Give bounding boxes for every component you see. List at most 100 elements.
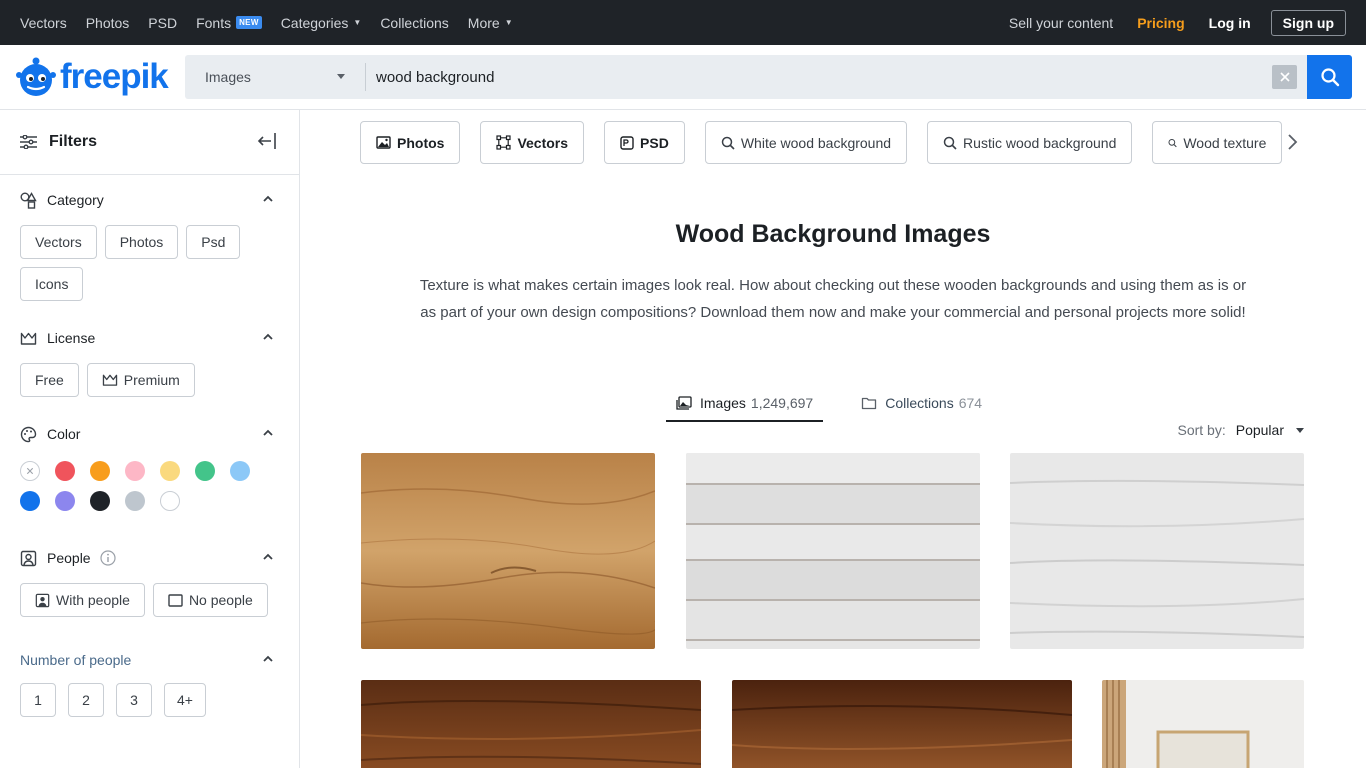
result-thumbnail-dark-wood[interactable] [361, 680, 701, 768]
vector-icon [496, 135, 512, 150]
wooden-interior-frame-image [1102, 680, 1304, 768]
license-chip-free[interactable]: Free [20, 363, 79, 397]
number-of-people-header[interactable]: Number of people [20, 649, 279, 671]
tag-rustic-wood-background[interactable]: Rustic wood background [927, 121, 1133, 164]
category-chip-photos[interactable]: Photos [104, 225, 179, 259]
tag-psd-label: PSD [640, 134, 669, 151]
chevron-down-icon [1296, 427, 1304, 433]
tab-collections[interactable]: Collections 674 [851, 390, 992, 422]
color-swatch[interactable] [20, 491, 40, 511]
category-header[interactable]: Category [20, 189, 279, 211]
search-input[interactable] [365, 63, 1265, 91]
tag-psd[interactable]: PSD [604, 121, 685, 164]
license-label: License [47, 330, 96, 346]
chevron-up-icon[interactable] [263, 655, 273, 662]
nav-fonts[interactable]: Fonts NEW [196, 15, 262, 31]
color-swatch[interactable] [160, 461, 180, 481]
tag-wood-texture[interactable]: Wood texture [1152, 121, 1283, 164]
tag-rustic-wood-label: Rustic wood background [963, 134, 1117, 151]
nav-psd[interactable]: PSD [148, 15, 177, 31]
filters-header: Filters [0, 110, 299, 175]
result-thumbnail-whitewashed-wood[interactable] [1010, 453, 1304, 649]
collapse-sidebar-icon[interactable] [257, 131, 277, 151]
tag-photos-label: Photos [397, 134, 445, 151]
color-swatch[interactable] [195, 461, 215, 481]
tag-vectors[interactable]: Vectors [480, 121, 585, 164]
search-button[interactable] [1307, 55, 1352, 99]
resource-type-select[interactable]: Images [185, 55, 365, 99]
chevron-up-icon[interactable] [263, 195, 273, 202]
people-chip-with-people[interactable]: With people [20, 583, 145, 617]
category-chip-icons[interactable]: Icons [20, 267, 84, 301]
tab-images-count: 1,249,697 [750, 395, 814, 411]
chevron-up-icon[interactable] [263, 333, 273, 340]
tag-photos[interactable]: Photos [360, 121, 461, 164]
nav-photos[interactable]: Photos [86, 15, 130, 31]
license-header[interactable]: License [20, 327, 279, 349]
color-swatch[interactable] [55, 461, 75, 481]
filters-sidebar: Filters Category Vectors Photos Psd Icon… [0, 110, 300, 768]
tab-images-label: Images [700, 395, 746, 411]
color-swatch[interactable] [90, 491, 110, 511]
color-header[interactable]: Color [20, 423, 279, 445]
tag-wood-texture-label: Wood texture [1183, 134, 1267, 151]
color-swatch[interactable] [90, 461, 110, 481]
chevron-up-icon[interactable] [263, 429, 273, 436]
color-swatch[interactable] [55, 491, 75, 511]
page-title: Wood Background Images [675, 220, 991, 248]
category-chip-vectors[interactable]: Vectors [20, 225, 97, 259]
pricing-link[interactable]: Pricing [1137, 15, 1184, 31]
category-chip-psd[interactable]: Psd [186, 225, 241, 259]
license-filter: License Free Premium [0, 327, 299, 397]
people-label: People [47, 550, 91, 566]
login-link[interactable]: Log in [1209, 15, 1251, 31]
chevron-down-icon: ▼ [353, 18, 362, 27]
top-right-actions: Sell your content Pricing Log in Sign up [985, 0, 1346, 45]
license-chip-premium[interactable]: Premium [86, 363, 195, 397]
tab-images[interactable]: Images 1,249,697 [666, 390, 824, 422]
category-chips: Vectors Photos Psd Icons [20, 225, 279, 301]
result-thumbnail-interior-frame[interactable] [1102, 680, 1304, 768]
chevron-right-icon[interactable] [1285, 132, 1299, 152]
search-bar: Images [185, 55, 1307, 99]
tab-collections-count: 674 [958, 395, 983, 411]
color-swatches [20, 461, 279, 511]
color-swatch[interactable] [230, 461, 250, 481]
people-chips: With people No people [20, 583, 279, 617]
nav-categories[interactable]: Categories ▼ [281, 15, 362, 31]
nav-vectors[interactable]: Vectors [20, 15, 67, 31]
sort-control[interactable]: Sort by: Popular [1177, 422, 1304, 438]
nav-collections[interactable]: Collections [380, 15, 448, 31]
result-tabs: Images 1,249,697 Collections 674 [666, 390, 992, 422]
search-icon [943, 136, 957, 150]
result-thumbnail-white-planks[interactable] [686, 453, 980, 649]
color-swatch[interactable] [125, 461, 145, 481]
info-icon[interactable] [99, 550, 116, 566]
color-swatch[interactable] [160, 491, 180, 511]
color-swatch-clear[interactable] [20, 461, 40, 481]
people-count-chip-2[interactable]: 2 [68, 683, 104, 717]
search-icon [1168, 138, 1178, 147]
logo-text: freepik [60, 57, 169, 96]
sell-content-link[interactable]: Sell your content [1009, 15, 1113, 31]
people-chip-no-people[interactable]: No people [152, 583, 268, 617]
people-count-chip-4-plus[interactable]: 4+ [164, 683, 206, 717]
page-description: Texture is what makes certain images loo… [419, 277, 1247, 321]
people-header[interactable]: People [20, 547, 279, 569]
clear-search-button[interactable] [1272, 65, 1297, 89]
people-count-chip-1[interactable]: 1 [20, 683, 56, 717]
signup-button[interactable]: Sign up [1270, 9, 1346, 36]
color-swatch[interactable] [125, 491, 145, 511]
sort-label: Sort by: [1177, 422, 1226, 438]
people-count-chip-3[interactable]: 3 [116, 683, 152, 717]
dark-wood-texture-image [361, 680, 701, 768]
freepik-logo[interactable]: freepik [16, 55, 169, 99]
palette-icon [20, 426, 37, 442]
result-thumbnail-brown-wood[interactable] [732, 680, 1072, 768]
result-thumbnail-light-wood[interactable] [361, 453, 655, 649]
tag-white-wood-background[interactable]: White wood background [704, 121, 908, 164]
empty-frame-icon [168, 593, 183, 607]
images-icon [676, 396, 692, 410]
nav-more[interactable]: More ▼ [468, 15, 513, 31]
chevron-up-icon[interactable] [263, 553, 273, 560]
